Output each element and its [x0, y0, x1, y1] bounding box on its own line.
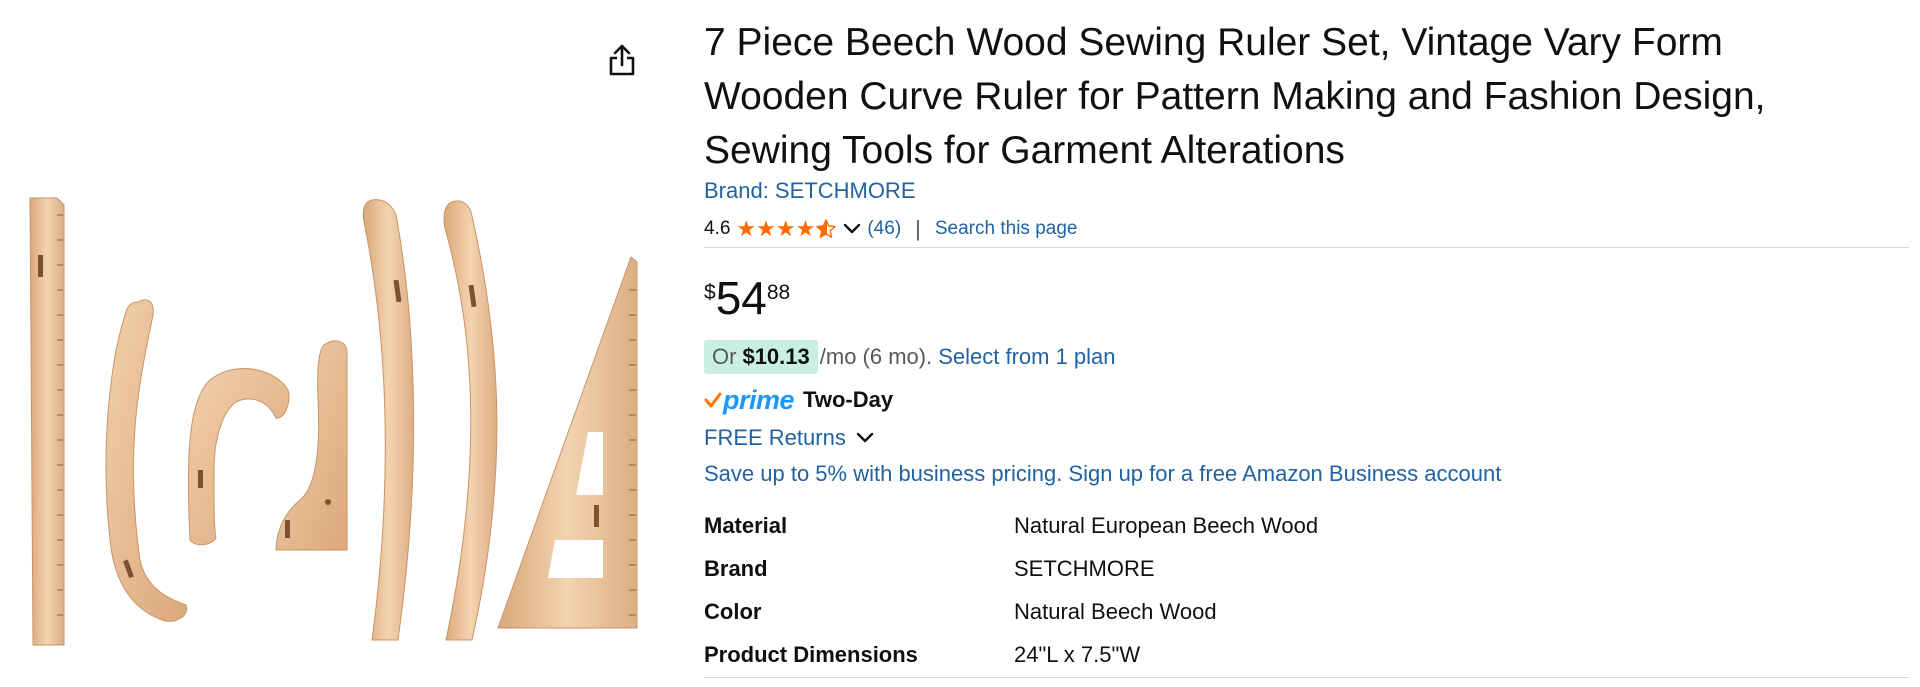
price: $ 54 88: [704, 272, 790, 324]
product-image[interactable]: [0, 0, 690, 682]
product-title: 7 Piece Beech Wood Sewing Ruler Set, Vin…: [704, 21, 1766, 172]
spec-row: Brand SETCHMORE: [704, 547, 1318, 590]
brand-link[interactable]: Brand: SETCHMORE: [704, 178, 916, 204]
straight-ruler: [29, 197, 65, 646]
returns-dropdown-toggle[interactable]: [856, 432, 874, 444]
spec-value: 24"L x 7.5"W: [1014, 641, 1141, 667]
spec-label: Color: [704, 598, 762, 624]
chevron-down-icon: [856, 432, 874, 443]
divider: [704, 247, 1909, 248]
spec-row: Material Natural European Beech Wood: [704, 504, 1318, 547]
french-curve-ruler: [187, 368, 290, 546]
armhole-ruler: [275, 340, 348, 551]
ruler-set-image: [29, 197, 638, 646]
installment-or: Or: [712, 344, 737, 369]
spec-value: SETCHMORE: [1014, 555, 1155, 581]
hip-curve-ruler: [105, 299, 188, 622]
triangle-ruler: [497, 256, 638, 629]
spec-value: Natural Beech Wood: [1014, 598, 1217, 624]
star-icon: ★: [736, 216, 757, 241]
star-icon: ★: [775, 216, 796, 241]
price-fraction: 88: [766, 281, 791, 304]
vary-form-curve-ruler-1: [362, 199, 415, 641]
prime-check-icon: [704, 391, 722, 409]
spec-label: Product Dimensions: [704, 641, 918, 667]
rating-row: 4.6 ★ ★ ★ ★ (46) | Search this page: [704, 214, 1077, 244]
free-returns-link[interactable]: FREE Returns: [704, 425, 846, 451]
price-symbol: $: [704, 281, 716, 304]
spec-label: Material: [704, 512, 788, 538]
star-icon: ★: [756, 216, 776, 241]
installment-amount: $10.13: [742, 344, 810, 369]
spec-value: Natural European Beech Wood: [1014, 512, 1319, 538]
prime-logo: prime: [723, 385, 795, 415]
spec-label: Brand: [704, 555, 768, 581]
share-button[interactable]: [600, 38, 644, 82]
price-whole: 54: [715, 272, 767, 324]
divider: [704, 677, 1909, 678]
prime-delivery[interactable]: prime Two-Day: [704, 384, 893, 416]
rating-dropdown-toggle[interactable]: [843, 223, 861, 235]
delivery-speed: Two-Day: [803, 387, 894, 412]
installment-term: /mo (6 mo).: [819, 344, 933, 369]
rating-separator: |: [915, 216, 921, 241]
star-rating[interactable]: ★ ★ ★ ★: [736, 218, 837, 240]
installment-offer: Or $10.13 /mo (6 mo). Select from 1 plan: [704, 340, 1116, 374]
half-star-icon: [816, 219, 837, 238]
spec-row: Product Dimensions 24"L x 7.5"W: [704, 633, 1318, 676]
search-this-page-link[interactable]: Search this page: [935, 218, 1078, 240]
select-plan-link[interactable]: Select from 1 plan: [938, 344, 1115, 370]
returns-row[interactable]: FREE Returns: [704, 422, 874, 454]
product-specs-table: Material Natural European Beech Wood Bra…: [704, 504, 1318, 676]
share-icon: [609, 44, 635, 76]
rating-count-link[interactable]: (46): [867, 218, 901, 240]
vary-form-curve-ruler-2: [443, 200, 498, 641]
rating-value: 4.6: [704, 218, 731, 239]
installment-badge: Or $10.13: [704, 340, 818, 374]
chevron-down-icon: [844, 223, 861, 234]
spec-row: Color Natural Beech Wood: [704, 590, 1318, 633]
star-icon: ★: [795, 216, 816, 241]
business-pricing-link[interactable]: Save up to 5% with business pricing. Sig…: [704, 458, 1501, 490]
